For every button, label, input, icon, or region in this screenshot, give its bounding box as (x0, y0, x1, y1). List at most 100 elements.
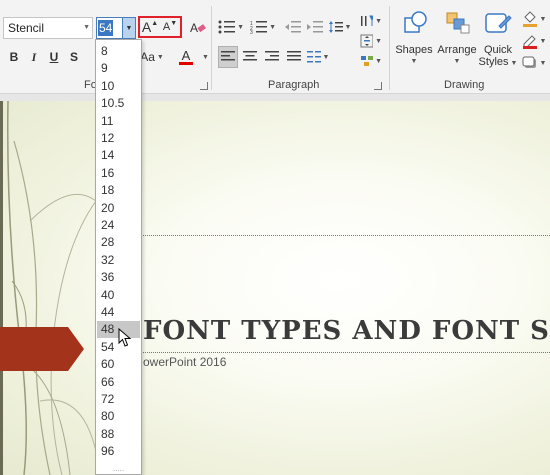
text-direction-icon (361, 15, 374, 26)
italic-button[interactable]: I (26, 48, 42, 66)
change-case-button[interactable]: Aa ▼ (140, 48, 164, 66)
font-size-option-10[interactable]: 10 (97, 78, 140, 95)
smartart-icon (361, 56, 373, 66)
line-spacing-button[interactable]: ▼ (328, 18, 352, 36)
shrink-font-icon: A (162, 21, 171, 33)
change-case-icon: Aa (140, 50, 155, 64)
font-size-dropdown-button[interactable]: ▼ (122, 18, 135, 38)
font-size-value[interactable]: 54 (98, 20, 114, 36)
paragraph-group-label: Paragraph (268, 79, 320, 91)
font-size-combobox[interactable]: 54 ▼ (96, 17, 136, 39)
list-resize-grip[interactable]: ..... (96, 465, 141, 474)
font-size-option-24[interactable]: 24 (97, 217, 140, 234)
shrink-font-button[interactable]: A ▼ (160, 18, 180, 36)
align-center-icon (243, 51, 257, 61)
increase-indent-button[interactable] (306, 18, 324, 36)
grow-font-icon: A (141, 19, 152, 35)
font-size-option-11[interactable]: 11 (97, 113, 140, 130)
font-size-option-12[interactable]: 12 (97, 130, 140, 147)
bold-button[interactable]: B (6, 48, 22, 66)
bullets-button[interactable]: ▼ (218, 18, 244, 36)
smartart-button[interactable]: ▼ (360, 52, 382, 70)
arrange-label: Arrange (437, 44, 477, 56)
font-color-swatch (179, 62, 193, 65)
font-size-option-32[interactable]: 32 (97, 252, 140, 269)
font-name-value: Stencil (8, 21, 45, 35)
quick-styles-button[interactable]: Quick Styles ▼ (479, 10, 517, 76)
font-size-option-16[interactable]: 16 (97, 165, 140, 182)
quick-styles-icon (485, 13, 512, 33)
slide[interactable]: FONT TYPES AND FONT SIZE owerPoint 2016 (0, 101, 550, 475)
font-name-combobox[interactable]: Stencil ▼ (3, 17, 93, 39)
font-size-option-60[interactable]: 60 (97, 356, 140, 373)
quick-styles-label-text: Styles (478, 56, 509, 68)
underline-icon: U (49, 50, 59, 64)
font-size-option-28[interactable]: 28 (97, 234, 140, 251)
font-size-option-10-5[interactable]: 10.5 (97, 95, 140, 112)
font-size-option-14[interactable]: 14 (97, 147, 140, 164)
font-size-option-8[interactable]: 8 (97, 43, 140, 60)
italic-icon: I (31, 49, 37, 64)
strikethrough-button[interactable]: S (66, 48, 82, 66)
font-size-option-40[interactable]: 40 (97, 287, 140, 304)
align-right-icon (265, 51, 279, 61)
align-text-button[interactable]: ▼ (360, 32, 382, 50)
align-left-button[interactable] (218, 46, 238, 68)
slide-subtitle[interactable]: owerPoint 2016 (143, 355, 226, 369)
grow-font-button[interactable]: A ▲ (140, 18, 160, 36)
ribbon: Stencil ▼ 54 ▼ A ▲ A ▼ A B I U S Aa ▼ A ▼ F… (0, 0, 550, 94)
eraser-icon: A (190, 21, 206, 34)
slide-title[interactable]: FONT TYPES AND FONT SIZE (143, 316, 550, 346)
font-size-dropdown-list[interactable]: 8 9 10 10.5 11 12 14 16 18 20 24 28 32 36 40 44 48 54 60 66… (95, 39, 142, 475)
shape-effects-button[interactable]: ▼ (520, 54, 548, 72)
svg-text:A: A (190, 21, 198, 34)
increase-indent-icon (307, 21, 323, 33)
columns-icon (306, 51, 321, 63)
font-size-option-80[interactable]: 80 (97, 408, 140, 425)
arrange-button[interactable]: Arrange ▼ (436, 10, 478, 76)
font-size-option-88[interactable]: 88 (97, 426, 140, 443)
font-dialog-launcher-icon[interactable] (200, 82, 208, 90)
font-size-option-18[interactable]: 18 (97, 182, 140, 199)
justify-icon (287, 51, 301, 61)
underline-button[interactable]: U (46, 48, 62, 66)
font-size-option-66[interactable]: 66 (97, 374, 140, 391)
group-separator (211, 6, 212, 90)
shape-outline-button[interactable]: ▼ (520, 32, 548, 50)
quick-styles-label-line1: Quick (483, 44, 513, 56)
clear-formatting-button[interactable]: A (188, 18, 208, 36)
font-size-option-72[interactable]: 72 (97, 391, 140, 408)
decrease-indent-button[interactable] (284, 18, 302, 36)
paragraph-dialog-launcher-icon[interactable] (374, 82, 382, 90)
text-direction-button[interactable]: ▼ (360, 12, 382, 30)
justify-button[interactable] (284, 46, 304, 68)
shapes-label: Shapes (395, 44, 433, 56)
shape-fill-button[interactable]: ▼ (520, 10, 548, 28)
columns-button[interactable]: ▼ (306, 46, 330, 68)
mouse-pointer-icon (118, 328, 132, 347)
align-right-button[interactable] (262, 46, 282, 68)
font-size-option-9[interactable]: 9 (97, 60, 140, 77)
shapes-icon (404, 11, 427, 33)
align-center-button[interactable] (240, 46, 260, 68)
numbered-list-icon: 123 (250, 21, 267, 34)
shapes-button[interactable]: Shapes ▼ (395, 10, 433, 76)
arrange-icon (446, 12, 470, 34)
font-size-option-96[interactable]: 96 (97, 443, 140, 460)
font-color-button[interactable]: A (172, 46, 200, 68)
shape-effects-icon (522, 56, 536, 68)
group-separator (389, 6, 390, 90)
drawing-group-label: Drawing (444, 79, 485, 91)
font-size-option-44[interactable]: 44 (97, 304, 140, 321)
numbering-button[interactable]: 1 2 3 ▼ (250, 18, 276, 36)
font-color-dropdown-icon[interactable]: ▼ (202, 54, 209, 61)
font-size-option-20[interactable]: 20 (97, 200, 140, 217)
align-text-icon (360, 34, 374, 48)
chevron-down-icon[interactable]: ▼ (83, 18, 90, 38)
font-color-icon: A (181, 48, 191, 63)
decrease-indent-icon (285, 21, 301, 33)
line-spacing-icon (328, 21, 343, 33)
bullet-list-icon (218, 20, 235, 34)
font-size-option-36[interactable]: 36 (97, 269, 140, 286)
pencil-icon (522, 35, 537, 49)
